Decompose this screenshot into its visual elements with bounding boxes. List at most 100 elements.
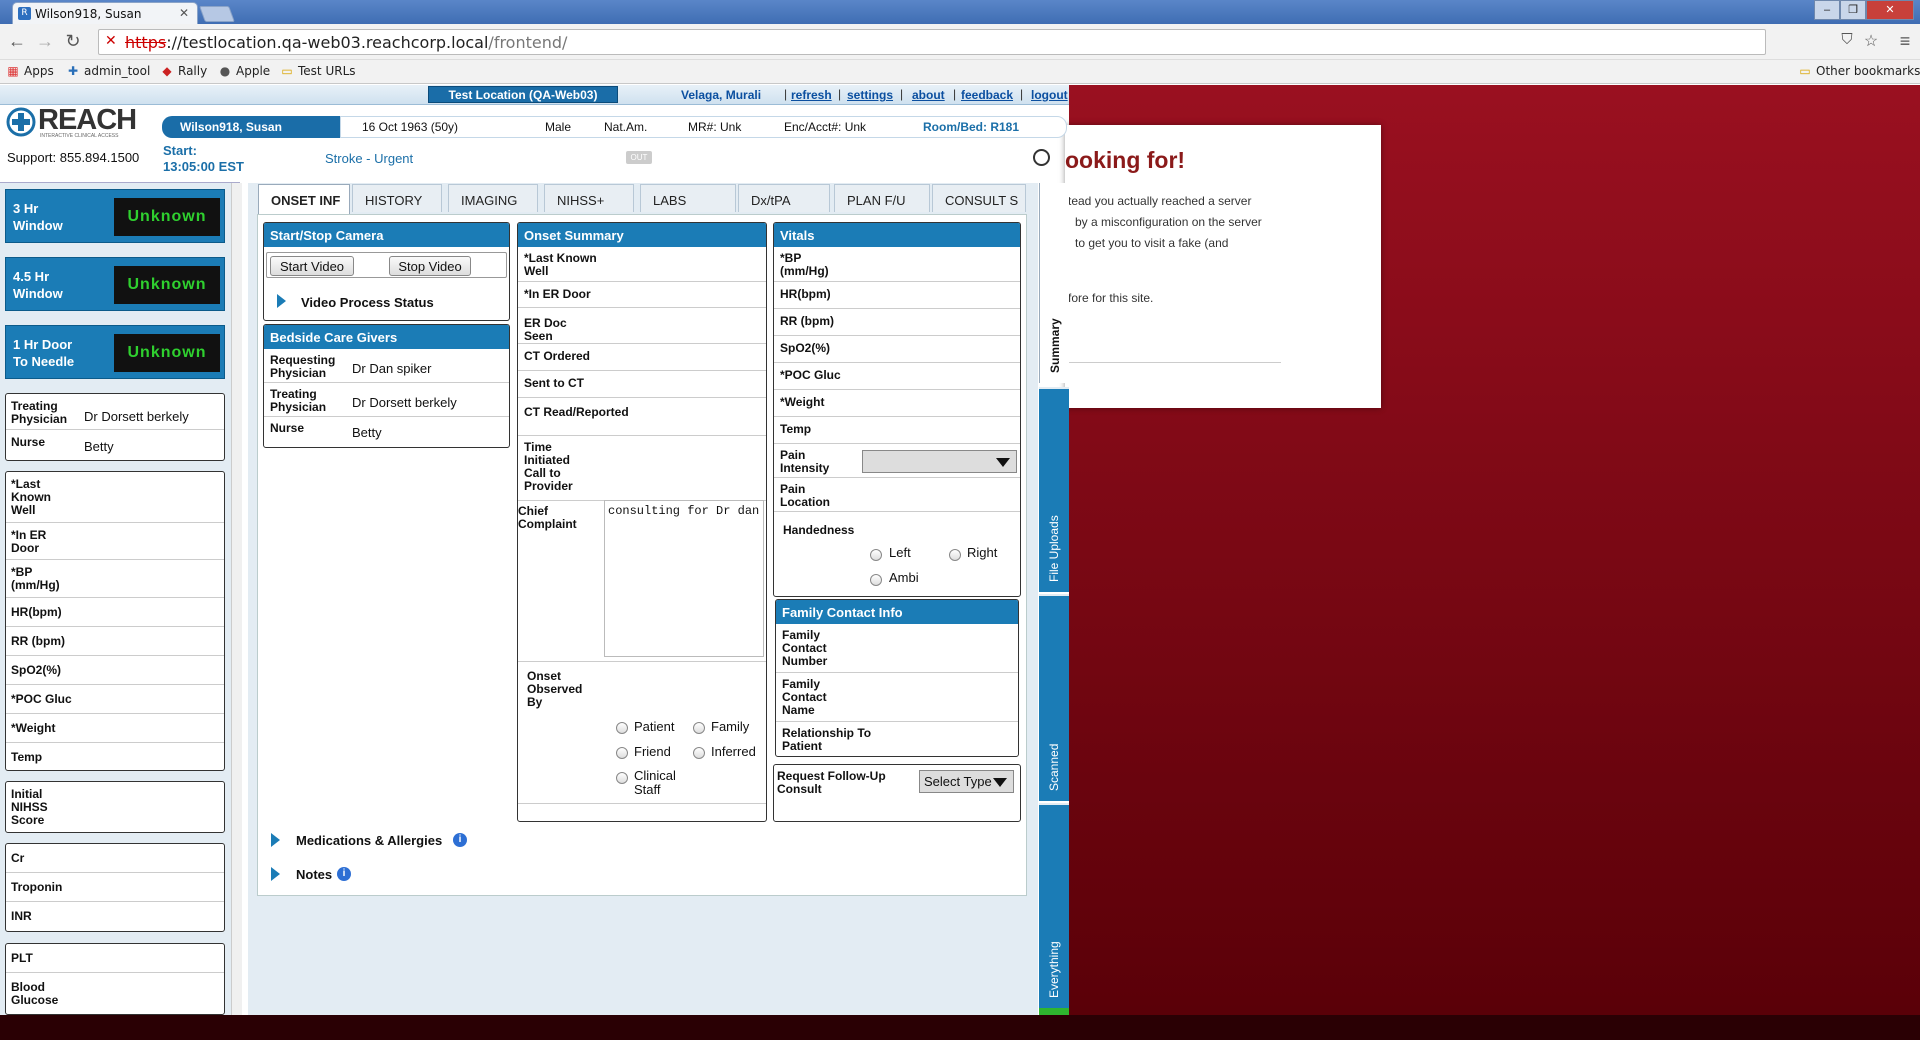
followup-type-select[interactable]: Select Type — [919, 770, 1014, 793]
left-labs2-box: PLT Blood Glucose — [5, 943, 225, 1015]
browser-tab[interactable]: R Wilson918, Susan ✕ — [12, 2, 198, 24]
maximize-icon[interactable]: ❐ — [1840, 0, 1866, 20]
expand-notes-icon[interactable] — [271, 867, 280, 881]
address-bar[interactable]: ✕ https://testlocation.qa-web03.reachcor… — [98, 29, 1766, 55]
notes-expander[interactable]: Notes — [296, 867, 332, 882]
window-3hr: 3 Hr Window Unknown — [5, 189, 225, 243]
onset-field[interactable]: *In ER Door — [518, 282, 766, 308]
chief-complaint-textarea[interactable]: consulting for Dr dan — [604, 500, 764, 657]
hand-right-radio[interactable] — [949, 549, 961, 561]
treating-row: Treating Physician Dr Dorsett berkely — [264, 383, 509, 417]
back-icon[interactable]: ← — [6, 31, 28, 52]
observed-inferred-radio[interactable] — [693, 747, 705, 759]
relationship-row[interactable]: Relationship To Patient — [776, 722, 1018, 756]
hand-ambi-radio[interactable] — [870, 574, 882, 586]
onset-field[interactable]: ER Doc Seen — [518, 308, 766, 344]
info-icon[interactable]: i — [337, 867, 351, 881]
observed-patient-radio[interactable] — [616, 722, 628, 734]
vital-field[interactable]: SpO2(%) — [774, 336, 1020, 363]
treating-label: Treating Physician — [11, 399, 68, 426]
side-tab-scanned[interactable]: Scanned — [1039, 594, 1069, 801]
observed-clinical-radio[interactable] — [616, 772, 628, 784]
relationship-label: Relationship To Patient — [782, 726, 872, 753]
tab-onset-info[interactable]: ONSET INF — [258, 184, 350, 215]
vital-field[interactable]: HR(bpm) — [774, 282, 1020, 309]
feedback-link[interactable]: feedback — [961, 88, 1013, 102]
new-tab-button[interactable] — [199, 6, 235, 22]
bookmark-apps[interactable]: ▦ Apps — [6, 64, 53, 78]
separator: | — [953, 87, 957, 101]
reload-icon[interactable]: ↻ — [62, 31, 84, 52]
side-tab-everything[interactable]: Everything — [1039, 803, 1069, 1008]
tab-consult[interactable]: CONSULT S — [932, 184, 1026, 212]
observed-family-radio[interactable] — [693, 722, 705, 734]
pain-location-row[interactable]: Pain Location — [774, 478, 1020, 512]
about-link[interactable]: about — [912, 88, 945, 102]
bookmark-rally[interactable]: ◆ Rally — [160, 64, 207, 78]
star-icon[interactable]: ☆ — [1860, 31, 1882, 51]
info-icon[interactable]: i — [453, 833, 467, 847]
tab-dx-tpa[interactable]: Dx/tPA — [738, 184, 830, 212]
stop-video-button[interactable]: Stop Video — [389, 256, 471, 276]
treating-label: Treating Physician — [270, 387, 327, 414]
caregivers-panel: Bedside Care Givers Requesting Physician… — [263, 324, 510, 448]
side-tab-file-uploads[interactable]: File Uploads — [1039, 387, 1069, 592]
bookmark-test-urls[interactable]: ▭ Test URLs — [280, 64, 355, 78]
minimize-icon[interactable]: – — [1814, 0, 1840, 20]
other-bookmarks[interactable]: ▭ Other bookmarks — [1798, 64, 1920, 78]
onset-observed-label: Onset Observed By — [527, 669, 583, 709]
onset-field[interactable]: Time Initiated Call to Provider — [518, 436, 766, 501]
close-window-icon[interactable]: ✕ — [1866, 0, 1914, 20]
vital-field[interactable]: *BP (mm/Hg) — [774, 247, 1020, 282]
onset-field[interactable]: Sent to CT — [518, 371, 766, 398]
left-vital-row: *In ER Door — [6, 523, 224, 560]
bookmark-apple[interactable]: ● Apple — [218, 64, 270, 78]
logout-link[interactable]: logout — [1031, 88, 1068, 102]
left-scrollbar[interactable] — [231, 183, 242, 1015]
forward-icon[interactable]: → — [34, 31, 56, 52]
hand-left-radio[interactable] — [870, 549, 882, 561]
vital-field[interactable]: Temp — [774, 417, 1020, 444]
out-badge[interactable]: OUT — [626, 151, 652, 164]
handedness-label: Handedness — [783, 523, 855, 537]
tab-labs[interactable]: LABS — [640, 184, 736, 212]
clock-icon[interactable] — [1033, 149, 1050, 166]
onset-field-label: Sent to CT — [524, 376, 584, 390]
left-vital-row: HR(bpm) — [6, 598, 224, 627]
start-video-button[interactable]: Start Video — [270, 256, 354, 276]
observed-friend-radio[interactable] — [616, 747, 628, 759]
family-number-row[interactable]: Family Contact Number — [776, 624, 1018, 673]
menu-icon[interactable]: ≡ — [1894, 31, 1916, 52]
tab-history[interactable]: HISTORY — [352, 184, 442, 212]
tab-imaging[interactable]: IMAGING — [448, 184, 538, 212]
nurse-row: Nurse Betty — [264, 417, 509, 447]
close-tab-icon[interactable]: ✕ — [179, 6, 189, 20]
onset-field-label: *Last Known Well — [524, 251, 597, 278]
tab-nihss[interactable]: NIHSS+ — [544, 184, 634, 212]
family-name-row[interactable]: Family Contact Name — [776, 673, 1018, 722]
bookmark-admin-tool[interactable]: ✚ admin_tool — [66, 64, 150, 78]
refresh-link[interactable]: refresh — [791, 88, 832, 102]
settings-link[interactable]: settings — [847, 88, 893, 102]
case-type: Stroke - Urgent — [325, 151, 414, 166]
vital-field[interactable]: RR (bpm) — [774, 309, 1020, 336]
onset-field[interactable]: CT Ordered — [518, 344, 766, 371]
pain-intensity-select[interactable] — [862, 450, 1017, 473]
vital-field[interactable]: *POC Gluc — [774, 363, 1020, 390]
video-process-status[interactable]: Video Process Status — [301, 295, 434, 310]
shield-icon[interactable]: ⛉ — [1836, 31, 1858, 48]
treating-value: Dr Dorsett berkely — [352, 395, 457, 410]
hand-option-label: Right — [967, 545, 998, 560]
left-vital-label: Temp — [11, 750, 43, 764]
favicon-icon: R — [18, 7, 31, 20]
expand-medications-icon[interactable] — [271, 833, 280, 847]
vital-field[interactable]: *Weight — [774, 390, 1020, 417]
separator: | — [1020, 87, 1024, 101]
expand-icon[interactable] — [277, 294, 286, 308]
side-tab-summary[interactable]: Summary — [1039, 183, 1069, 383]
onset-field[interactable]: CT Read/Reported — [518, 398, 766, 436]
vital-label: *Weight — [780, 395, 825, 409]
onset-field[interactable]: *Last Known Well — [518, 247, 766, 282]
medications-allergies-expander[interactable]: Medications & Allergies — [296, 833, 442, 848]
tab-plan-fu[interactable]: PLAN F/U — [834, 184, 930, 212]
